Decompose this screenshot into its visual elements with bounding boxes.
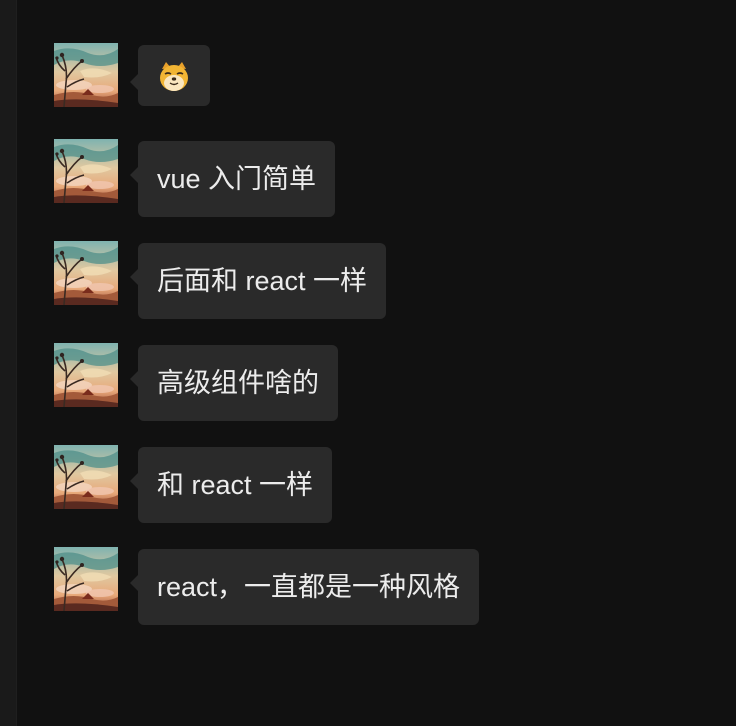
avatar[interactable] [54, 445, 118, 509]
message-text: react，一直都是一种风格 [157, 572, 461, 602]
message-text: 高级组件啥的 [157, 368, 319, 398]
message-bubble[interactable] [130, 45, 210, 106]
message-bubble[interactable]: vue 入门简单 [129, 141, 336, 217]
message-text: 和 react 一样 [157, 470, 314, 500]
message-bubble[interactable]: 后面和 react 一样 [129, 243, 387, 319]
message-bubble[interactable]: react，一直都是一种风格 [129, 549, 480, 625]
message-item: react，一直都是一种风格 [54, 547, 480, 625]
message-item [54, 43, 210, 107]
message-text: vue 入门简单 [157, 164, 317, 194]
message-item: vue 入门简单 [54, 139, 336, 217]
avatar[interactable] [54, 139, 118, 203]
avatar[interactable] [54, 241, 118, 305]
message-item: 高级组件啥的 [54, 343, 338, 421]
avatar[interactable] [54, 343, 118, 407]
doge-face-emoji-icon [160, 62, 188, 91]
message-item: 和 react 一样 [54, 445, 333, 523]
message-text: 后面和 react 一样 [157, 266, 368, 296]
avatar[interactable] [54, 43, 118, 107]
message-bubble[interactable]: 和 react 一样 [129, 447, 333, 523]
avatar[interactable] [54, 547, 118, 611]
left-sidebar-edge [0, 0, 17, 726]
message-bubble[interactable]: 高级组件啥的 [130, 345, 338, 421]
message-item: 后面和 react 一样 [54, 241, 387, 319]
